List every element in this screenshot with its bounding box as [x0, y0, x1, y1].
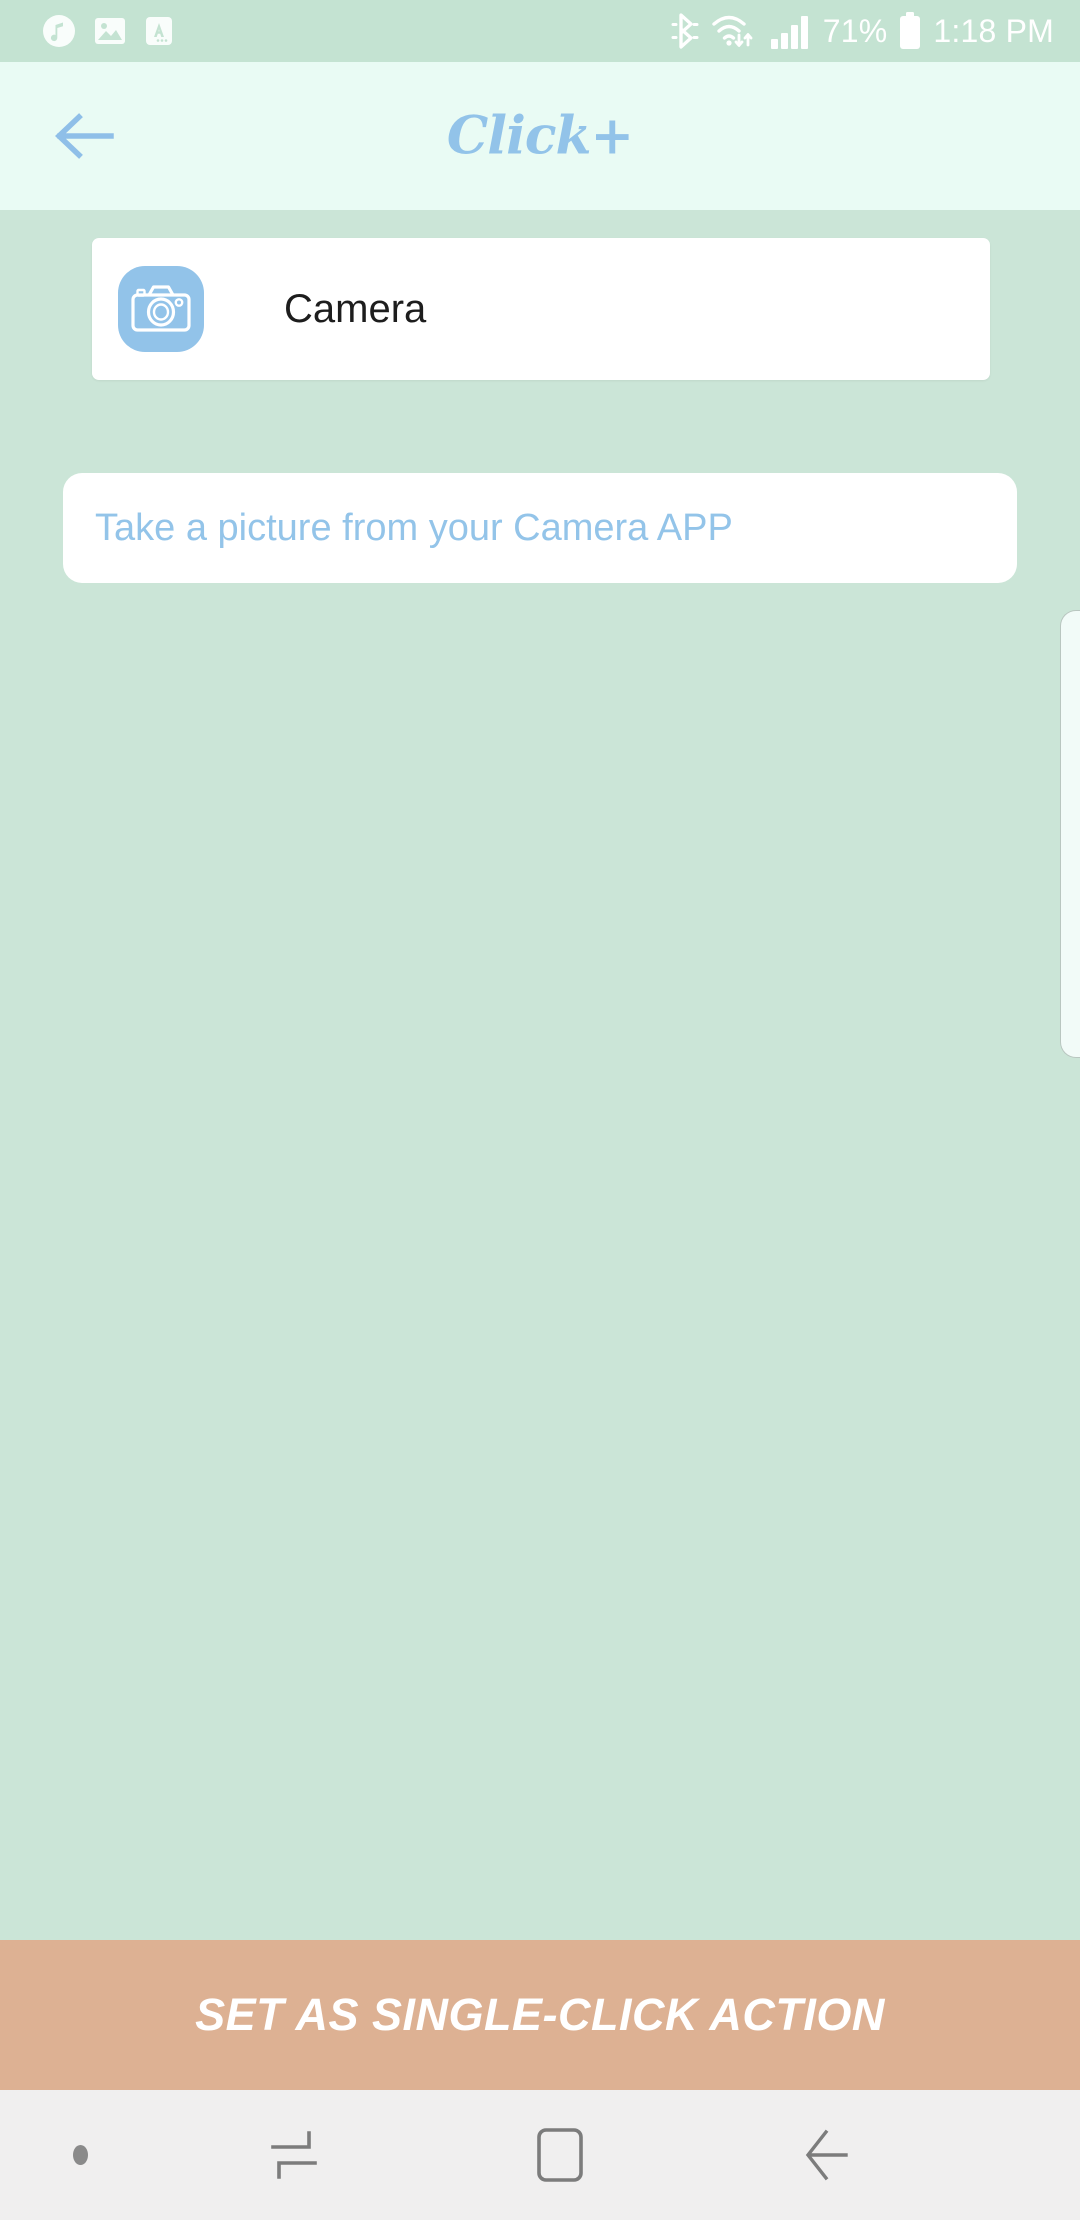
- bluetooth-icon: [671, 13, 699, 49]
- nav-indicator-dot-slot: [0, 2090, 160, 2220]
- phone-screen: 71% 1:18 PM Click+ Camera Take a picture…: [0, 0, 1080, 2220]
- set-single-click-action-label: SET AS SINGLE-CLICK ACTION: [195, 1989, 885, 2040]
- set-single-click-action-button[interactable]: SET AS SINGLE-CLICK ACTION: [0, 1940, 1080, 2090]
- app-title: Click+: [446, 105, 634, 167]
- system-navigation-bar: [0, 2090, 1080, 2220]
- battery-icon: [900, 12, 921, 49]
- app-name-label: Camera: [284, 286, 427, 331]
- action-description-text: Take a picture from your Camera APP: [95, 506, 733, 549]
- back-icon: [805, 2129, 848, 2181]
- recents-icon: [270, 2131, 317, 2179]
- app-bar: Click+: [0, 62, 1080, 210]
- clock-label: 1:18 PM: [933, 13, 1054, 49]
- status-bar-notifications: [42, 14, 174, 48]
- nav-home-button[interactable]: [427, 2090, 693, 2220]
- music-note-icon: [43, 15, 75, 47]
- main-content: Camera Take a picture from your Camera A…: [0, 210, 1080, 1940]
- action-description-field[interactable]: Take a picture from your Camera APP: [63, 473, 1017, 583]
- dot-icon: [72, 2145, 88, 2165]
- camera-icon: [118, 266, 204, 352]
- wifi-icon: [712, 15, 753, 47]
- image-icon: [95, 18, 125, 44]
- home-icon: [537, 2128, 583, 2182]
- text-translate-icon: [146, 17, 172, 45]
- selected-app-card[interactable]: Camera: [92, 238, 990, 380]
- nav-recents-button[interactable]: [160, 2090, 427, 2220]
- edge-panel-handle[interactable]: [1060, 610, 1080, 1058]
- battery-percent-label: 71%: [822, 13, 888, 49]
- nav-back-button[interactable]: [693, 2090, 960, 2220]
- cellular-signal-icon: [770, 16, 808, 49]
- status-bar-system-icons: 71% 1:18 PM: [670, 11, 1054, 51]
- status-bar: 71% 1:18 PM: [0, 0, 1080, 62]
